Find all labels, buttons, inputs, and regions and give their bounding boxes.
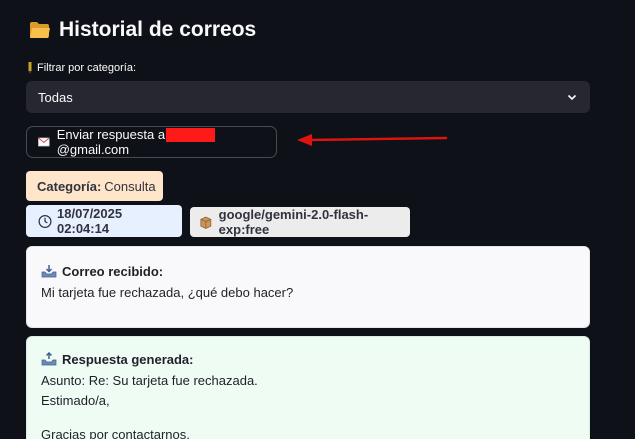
clock-icon	[38, 214, 52, 228]
generated-response-card: Respuesta generada: Asunto: Re: Su tarje…	[26, 336, 590, 439]
outbox-tray-icon	[41, 352, 57, 366]
filter-label: Filtrar por categoría:	[27, 62, 136, 74]
category-value: Consulta	[104, 178, 156, 194]
category-label: Categoría:	[37, 178, 102, 194]
received-email-header: Correo recibido:	[41, 263, 575, 279]
annotation-arrow	[297, 134, 448, 146]
received-email-title: Correo recibido:	[62, 263, 164, 279]
model-badge: google/gemini-2.0-flash-exp:free	[190, 207, 410, 237]
response-greeting: Estimado/a,	[41, 393, 110, 408]
generated-response-header: Respuesta generada:	[41, 351, 575, 367]
received-email-card: Correo recibido: Mi tarjeta fue rechazad…	[26, 246, 590, 328]
page-header: Historial de correos	[29, 18, 256, 42]
timestamp-value: 18/07/2025 02:04:14	[57, 206, 123, 236]
send-response-prefix: Enviar respuesta a	[56, 126, 166, 142]
filter-label-text: Filtrar por categoría:	[37, 62, 137, 74]
category-badge: Categoría: Consulta	[26, 171, 163, 201]
chevron-down-icon	[567, 94, 577, 101]
category-select-value: Todas	[38, 89, 73, 105]
received-email-body: Mi tarjeta fue rechazada, ¿qué debo hace…	[41, 285, 294, 300]
send-response-button[interactable]: Enviar respuesta a@gmail.com	[26, 126, 277, 158]
response-subject: Asunto: Re: Su tarjeta fue rechazada.	[41, 373, 258, 388]
package-icon	[200, 216, 212, 229]
generated-response-body: Asunto: Re: Su tarjeta fue rechazada. Es…	[41, 373, 575, 439]
send-response-label: Enviar respuesta a@gmail.com	[56, 126, 265, 158]
response-line: Gracias por contactarnos.	[41, 427, 190, 439]
pencil-icon	[28, 62, 32, 74]
timestamp-badge: 18/07/2025 02:04:14	[26, 205, 182, 237]
email-history-page: Historial de correos Filtrar por categor…	[0, 0, 635, 439]
envelope-icon	[38, 137, 50, 147]
inbox-tray-icon	[41, 265, 57, 278]
generated-response-title: Respuesta generada:	[62, 351, 194, 367]
folder-icon	[30, 22, 50, 38]
redaction-mark	[166, 128, 216, 143]
send-response-suffix: @gmail.com	[56, 142, 130, 158]
category-select[interactable]: Todas	[26, 81, 590, 113]
model-value: google/gemini-2.0-flash-exp:free	[218, 207, 369, 237]
page-title: Historial de correos	[59, 18, 257, 41]
